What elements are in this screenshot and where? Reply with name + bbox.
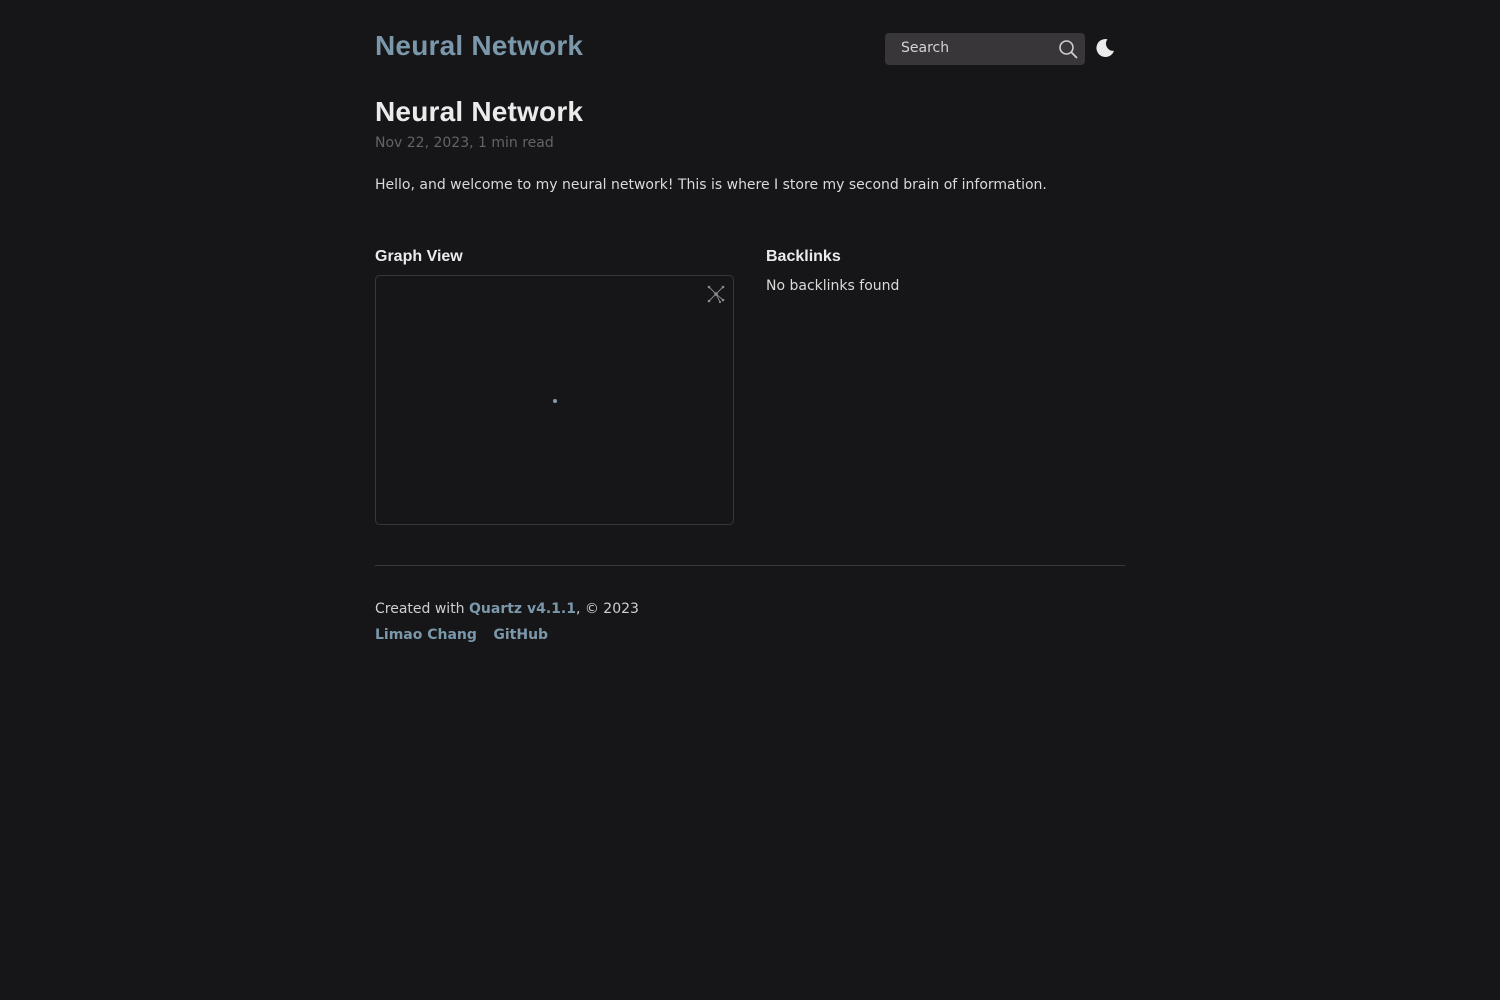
article-meta: Nov 22, 2023, 1 min read [375,135,554,151]
header: Neural Network Search [375,0,1125,96]
backlinks-empty-message: No backlinks found [766,278,900,294]
footer-created-prefix: Created with [375,601,470,617]
global-graph-icon[interactable] [706,284,726,304]
search-label: Search [901,40,950,56]
graph-node-current[interactable] [553,399,557,403]
search-icon [1059,40,1078,59]
footer-copyright: , © 2023 [575,601,639,617]
article-body: Hello, and welcome to my neural network!… [375,177,1047,193]
page: Neural Network Search Neural Network Nov… [375,0,1125,643]
footer-credit: Created with Quartz v4.1.1, © 2023 [375,601,639,617]
footer-link-limao-chang[interactable]: Limao Chang [375,627,477,643]
graph-view-canvas[interactable] [375,275,734,525]
search-button[interactable]: Search [885,33,1085,65]
footer-links: Limao Chang GitHub [375,627,560,643]
moon-icon[interactable] [1093,36,1117,60]
article-title: Neural Network [375,96,584,127]
site-title-link[interactable]: Neural Network [375,30,583,62]
backlinks-heading: Backlinks [766,248,841,265]
graph-view-heading: Graph View [375,248,463,265]
footer-link-github[interactable]: GitHub [493,627,548,643]
footer-divider [375,565,1125,566]
quartz-link[interactable]: Quartz v4.1.1 [469,601,576,617]
